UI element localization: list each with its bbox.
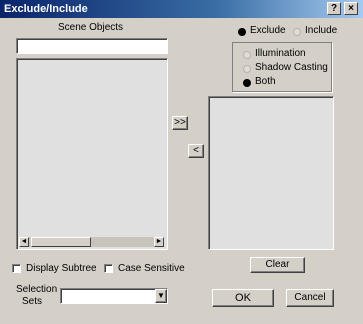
scene-objects-label: Scene Objects <box>58 22 124 33</box>
display-subtree-label: Display Subtree <box>26 263 97 274</box>
cancel-button[interactable]: Cancel <box>286 289 334 307</box>
scroll-thumb[interactable] <box>31 237 91 247</box>
close-icon: × <box>348 3 354 14</box>
scroll-right-arrow-icon[interactable]: ► <box>154 237 164 247</box>
scroll-left-arrow-icon[interactable]: ◄ <box>19 237 29 247</box>
both-label: Both <box>255 76 276 87</box>
illumination-radio[interactable] <box>243 51 251 59</box>
case-sensitive-label: Case Sensitive <box>118 263 185 274</box>
help-button[interactable]: ? <box>327 2 341 15</box>
window-title: Exclude/Include <box>4 3 88 15</box>
display-subtree-checkbox[interactable] <box>12 264 21 273</box>
scene-objects-filter-input[interactable] <box>16 38 168 54</box>
ok-button[interactable]: OK <box>212 289 274 307</box>
close-button[interactable]: × <box>344 2 358 15</box>
chevron-down-icon[interactable]: ▼ <box>155 289 167 303</box>
title-bar: Exclude/Include ? × <box>0 0 363 18</box>
exclude-label: Exclude <box>250 25 286 36</box>
illumination-label: Illumination <box>255 48 306 59</box>
clear-button[interactable]: Clear <box>250 257 305 273</box>
remove-from-list-button[interactable]: < <box>188 144 204 158</box>
both-radio[interactable] <box>243 79 251 87</box>
shadow-casting-radio[interactable] <box>243 65 251 73</box>
include-label: Include <box>305 25 338 36</box>
include-radio[interactable] <box>293 28 301 36</box>
horizontal-scrollbar[interactable]: ◄ ► <box>19 237 164 247</box>
scene-objects-list[interactable]: ◄ ► <box>16 58 168 250</box>
add-to-list-button[interactable]: >> <box>172 116 188 130</box>
shadow-casting-label: Shadow Casting <box>255 62 328 73</box>
excluded-objects-list[interactable] <box>208 96 334 250</box>
selection-sets-label-line1: Selection <box>16 284 58 295</box>
help-icon: ? <box>330 3 338 14</box>
case-sensitive-checkbox[interactable] <box>104 264 113 273</box>
selection-sets-label-line2: Sets <box>22 296 43 307</box>
exclude-radio[interactable] <box>238 28 246 36</box>
selection-sets-dropdown[interactable]: ▼ <box>60 288 168 304</box>
